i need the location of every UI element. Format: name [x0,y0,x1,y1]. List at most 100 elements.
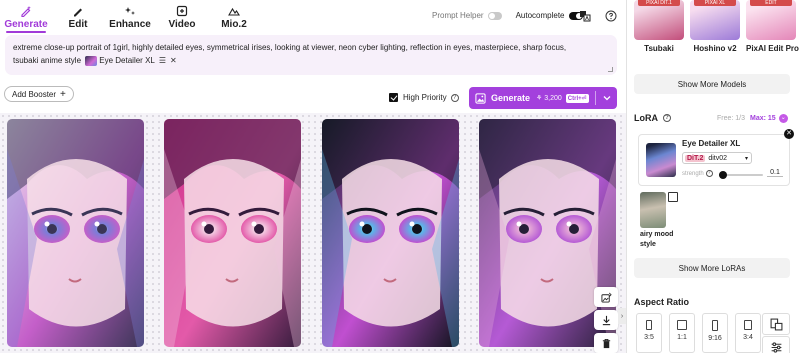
plus-icon: + [60,88,66,100]
delete-button[interactable] [594,333,618,353]
sparkle-icon [125,7,135,15]
generate-button-group: Generate ⚘ 3,200 Ctrl+⏎ [469,87,617,109]
lora-chip[interactable]: Eye Detailer XL ☰ ✕ [85,54,177,67]
download-button[interactable] [594,310,618,330]
model-name: PixAI Edit Pro [746,44,799,53]
lora-version-select[interactable]: DiT.2 ditv02 ▾ [682,152,752,164]
model-name: Tsubaki [644,44,674,53]
aspect-option-3-4[interactable]: 3:4 [735,313,761,353]
lora-chip-thumbnail [85,55,98,66]
model-list: PIXAI DIT.1 Tsubaki PIXAI XL Hoshino v2 … [634,0,800,53]
chevron-down-icon: ▾ [744,155,748,162]
prompt-line-2: tsubaki anime style Eye Detailer XL ☰ ✕ [13,54,609,67]
custom-size-button[interactable] [762,313,790,335]
show-more-models-button[interactable]: Show More Models [634,74,790,94]
lora-suggestion-name: airy mood style [640,231,674,248]
model-card-pixai-edit-pro[interactable]: EDIT PixAI Edit Pro [746,0,799,53]
image-upload-button[interactable] [594,287,618,307]
lora-quota: Free: 1/3 Max: 15 ⌄ [717,114,788,123]
panel-collapse-handle[interactable]: › [618,308,626,324]
aspect-label: 9:16 [708,335,722,342]
model-card-tsubaki[interactable]: PIXAI DIT.1 Tsubaki [634,0,684,53]
tab-generate[interactable]: Generate [0,0,52,33]
high-priority-checkbox[interactable] [389,93,398,102]
tab-edit-label: Edit [68,19,88,30]
credit-cost-value: 3,200 [544,95,562,102]
pen-icon [74,8,82,17]
model-thumbnail: EDIT [746,0,796,40]
lora-strength-value[interactable]: 0.1 [767,169,783,177]
model-thumbnail: PIXAI DIT.1 [634,0,684,40]
add-booster-label: Add Booster [12,89,57,99]
model-tag: EDIT [750,0,792,6]
add-booster-button[interactable]: Add Booster + [4,86,74,102]
trash-icon [602,338,610,348]
image-icon [475,92,486,104]
generated-image-3[interactable] [322,119,459,347]
settings-sliders-button[interactable] [762,336,790,353]
generated-image-2[interactable] [164,119,301,347]
mountain-icon [228,7,240,16]
tab-video-label: Video [168,19,196,30]
square-shape-icon [677,320,687,330]
help-icon[interactable]: ? [663,114,671,122]
help-icon[interactable]: ? [450,93,459,102]
lora-strength-label: strength [682,170,704,177]
lora-strength-slider[interactable] [719,171,763,179]
lora-title: LoRA [634,113,658,123]
close-icon[interactable]: ✕ [170,54,177,67]
chevron-right-icon: › [620,312,624,320]
lora-max-count: Max: 15 [750,115,776,122]
lora-card: Eye Detailer XL DiT.2 ditv02 ▾ strength … [638,134,790,186]
aspect-ratio-options: 3:5 1:1 9:16 3:4 [636,313,768,353]
generated-image-1[interactable] [7,119,144,347]
help-icon[interactable] [605,10,617,22]
slider-handle[interactable] [719,171,728,179]
aspect-ratio-title: Aspect Ratio [634,297,690,307]
lora-name: Eye Detailer XL [682,139,741,148]
lora-suggestion-checkbox[interactable] [668,192,678,202]
chevron-down-icon[interactable]: ⌄ [778,114,788,123]
aspect-option-1-1[interactable]: 1:1 [669,313,695,353]
model-tag: PIXAI DIT.1 [638,0,680,6]
aspect-label: 3:4 [743,334,753,341]
translate-icon[interactable] [579,10,591,22]
prompt-line-2-text: tsubaki anime style [13,56,82,65]
tab-mio2-label: Mio.2 [221,19,247,30]
tab-video[interactable]: Video [156,0,208,33]
prompt-helper-toggle[interactable] [487,11,502,20]
prompt-line-1: extreme close-up portrait of 1girl, high… [13,43,567,52]
app-window: Generate Edit Enhance Video Mio.2 Prompt… [0,0,800,353]
prompt-input[interactable]: extreme close-up portrait of 1girl, high… [5,35,617,75]
lora-suggestion[interactable]: airy mood style [640,192,680,250]
shortcut-badge: Ctrl+⏎ [565,93,589,103]
tab-edit[interactable]: Edit [52,0,104,33]
generate-button[interactable]: Generate ⚘ 3,200 Ctrl+⏎ [469,87,595,109]
model-card-hoshino-v2[interactable]: PIXAI XL Hoshino v2 [690,0,740,53]
show-more-loras-button[interactable]: Show More LoRAs [634,258,790,278]
generate-options-button[interactable] [596,87,617,109]
lora-section-title: LoRA ? [634,113,671,123]
video-plus-icon [176,5,188,17]
portrait-shape-icon [646,320,652,330]
resize-handle-icon[interactable] [608,67,613,72]
aspect-option-9-16[interactable]: 9:16 [702,313,728,353]
model-name: Hoshino v2 [693,44,737,53]
tab-enhance[interactable]: Enhance [104,0,156,33]
pencil-sparkle-icon [21,6,31,17]
header-toggles: Prompt Helper Autocomplete [432,11,583,20]
sliders-icon [771,341,781,353]
model-tag: PIXAI XL [694,0,736,6]
remove-lora-button[interactable]: ✕ [784,129,794,139]
tab-mio2[interactable]: Mio.2 [208,0,260,33]
close-icon: ✕ [786,130,792,137]
help-icon[interactable]: ? [705,170,713,177]
model-thumbnail: PIXAI XL [690,0,740,40]
resize-frames-icon [770,318,782,330]
image-swap-icon [600,292,612,303]
tab-enhance-label: Enhance [109,19,151,30]
aspect-option-3-5[interactable]: 3:5 [636,313,662,353]
panel-divider [626,0,627,353]
adjust-icon[interactable]: ☰ [159,54,166,67]
generate-label: Generate [491,93,531,103]
